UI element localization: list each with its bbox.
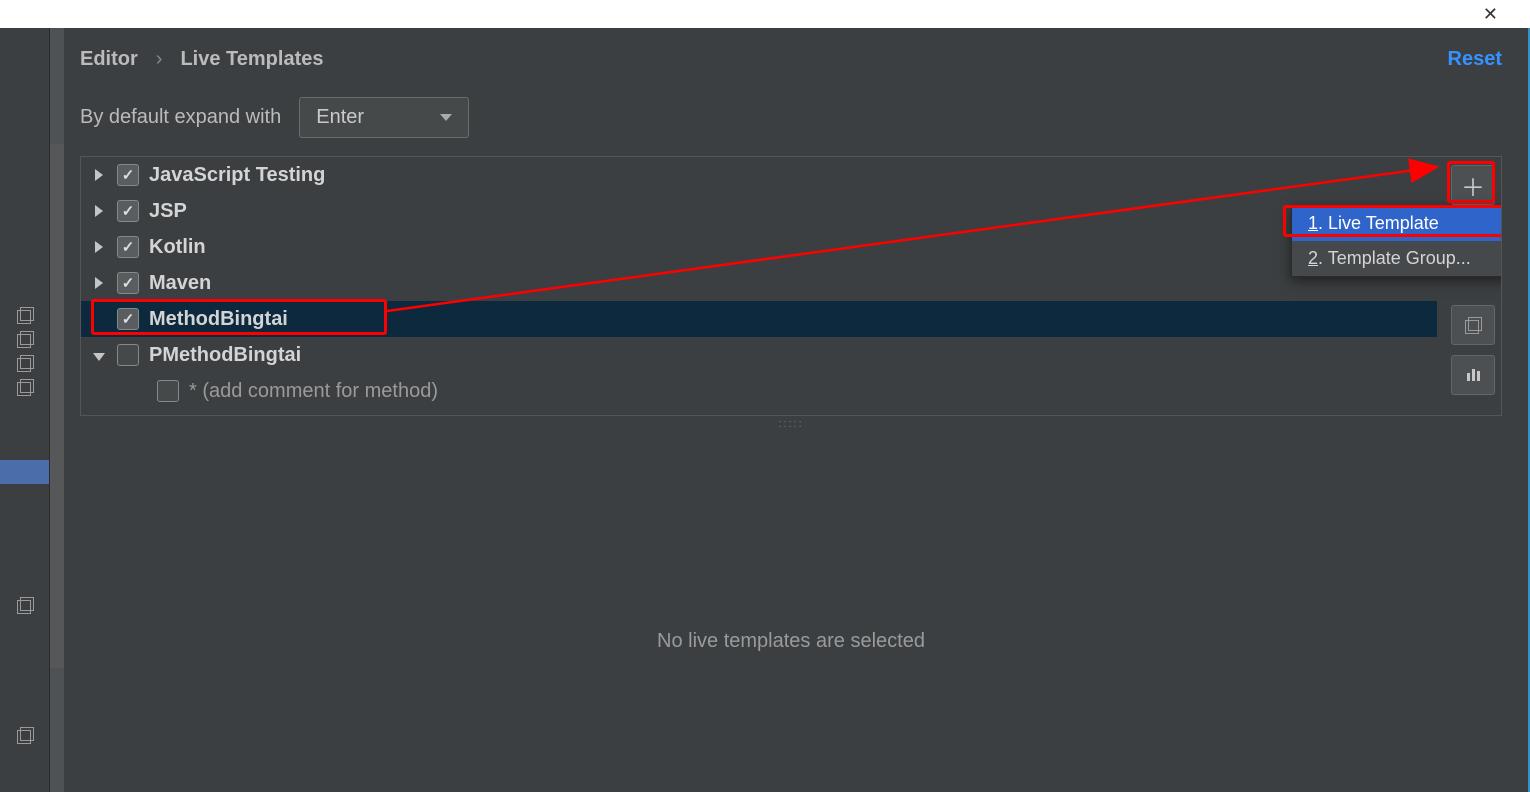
tree-label: * (add comment for method) [189, 380, 438, 403]
expand-icon[interactable] [91, 200, 107, 223]
tree-toolbar: ＋ 1. Live Template 2. Template Group... [1445, 157, 1501, 395]
add-popup: 1. Live Template 2. Template Group... [1291, 205, 1502, 277]
popup-template-group[interactable]: 2. Template Group... [1292, 241, 1502, 276]
tree-item-comment-method[interactable]: ✓ * (add comment for method) [81, 373, 1437, 409]
tree-label: JavaScript Testing [149, 164, 325, 187]
checkbox[interactable]: ✓ [117, 164, 139, 186]
expand-icon[interactable] [91, 164, 107, 187]
collapse-icon[interactable] [91, 344, 107, 367]
add-button[interactable]: ＋ [1451, 165, 1495, 205]
breadcrumb-current: Live Templates [180, 48, 323, 71]
expand-with-row: By default expand with Enter [80, 97, 1502, 138]
expand-value: Enter [316, 106, 364, 129]
tool-icon[interactable] [13, 726, 37, 744]
checkbox[interactable]: ✓ [117, 308, 139, 330]
tree-label: Kotlin [149, 236, 206, 259]
tool-icon[interactable] [13, 330, 37, 348]
checkbox[interactable]: ✓ [117, 236, 139, 258]
tree-group-methodbingtai[interactable]: ✓ MethodBingtai [81, 301, 1437, 337]
tree-group-pmethodbingtai[interactable]: ✓ PMethodBingtai [81, 337, 1437, 373]
reset-link[interactable]: Reset [1448, 48, 1502, 71]
empty-state-message: No live templates are selected [80, 630, 1502, 653]
scrollbar[interactable] [50, 144, 64, 668]
tool-icon[interactable] [13, 354, 37, 372]
breadcrumb: Editor › Live Templates [80, 48, 1502, 71]
tree-group-jsp[interactable]: ✓ JSP [81, 193, 1437, 229]
checkbox[interactable]: ✓ [157, 380, 179, 402]
checkbox[interactable]: ✓ [117, 272, 139, 294]
settings-content: Editor › Live Templates Reset By default… [64, 28, 1530, 792]
close-icon[interactable]: ✕ [1473, 4, 1508, 25]
left-sidebar [0, 28, 50, 792]
checkbox[interactable]: ✓ [117, 200, 139, 222]
tree-label: PMethodBingtai [149, 344, 301, 367]
copy-button[interactable] [1451, 305, 1495, 345]
titlebar: ✕ [0, 0, 1530, 28]
resize-grip[interactable]: ::::: [80, 418, 1502, 430]
tool-icon[interactable] [13, 306, 37, 324]
expand-icon[interactable] [91, 272, 107, 295]
expand-label: By default expand with [80, 106, 281, 129]
expand-icon[interactable] [91, 236, 107, 259]
templates-tree: ✓ JavaScript Testing ✓ JSP ✓ Kotlin ✓ Ma [80, 156, 1502, 416]
expand-dropdown[interactable]: Enter [299, 97, 469, 138]
tool-icon[interactable] [13, 378, 37, 396]
checkbox[interactable]: ✓ [117, 344, 139, 366]
tree-label: Maven [149, 272, 211, 295]
tree-label: MethodBingtai [149, 308, 288, 331]
tree-group-maven[interactable]: ✓ Maven [81, 265, 1437, 301]
breadcrumb-separator: › [156, 48, 163, 71]
left-strip [50, 28, 64, 792]
tree-group-kotlin[interactable]: ✓ Kotlin [81, 229, 1437, 265]
breadcrumb-parent[interactable]: Editor [80, 48, 138, 71]
tool-icon[interactable] [13, 596, 37, 614]
chevron-down-icon [440, 114, 452, 121]
tree-label: JSP [149, 200, 187, 223]
popup-live-template[interactable]: 1. Live Template [1292, 206, 1502, 241]
sidebar-highlight [0, 460, 49, 484]
tree-group-javascript-testing[interactable]: ✓ JavaScript Testing [81, 157, 1437, 193]
list-button[interactable] [1451, 355, 1495, 395]
